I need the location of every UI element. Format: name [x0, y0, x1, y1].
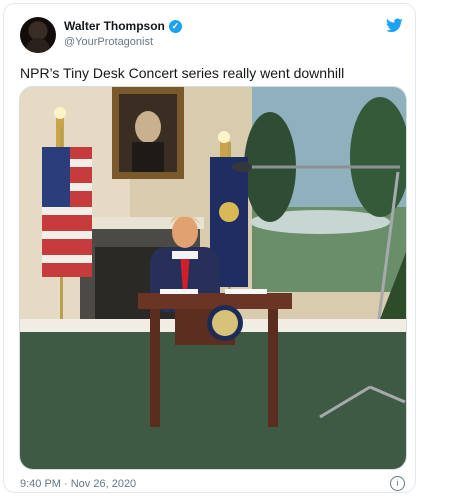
- author-handle[interactable]: @YourProtagonist: [64, 36, 153, 48]
- tweet-timestamp[interactable]: 9:40 PM · Nov 26, 2020: [20, 478, 136, 490]
- tweet-photo[interactable]: [19, 86, 407, 470]
- avatar[interactable]: [20, 17, 56, 53]
- info-icon[interactable]: i: [390, 476, 405, 491]
- verified-badge-icon: ✓: [168, 19, 182, 33]
- tweet-text: NPR’s Tiny Desk Concert series really we…: [20, 65, 345, 81]
- author-name-row: Walter Thompson ✓: [64, 19, 182, 33]
- tweet-card[interactable]: Walter Thompson ✓ @YourProtagonist NPR’s…: [3, 3, 416, 493]
- author-display-name[interactable]: Walter Thompson: [64, 19, 165, 33]
- twitter-bird-icon[interactable]: [386, 18, 403, 33]
- photo-scene: [20, 87, 406, 469]
